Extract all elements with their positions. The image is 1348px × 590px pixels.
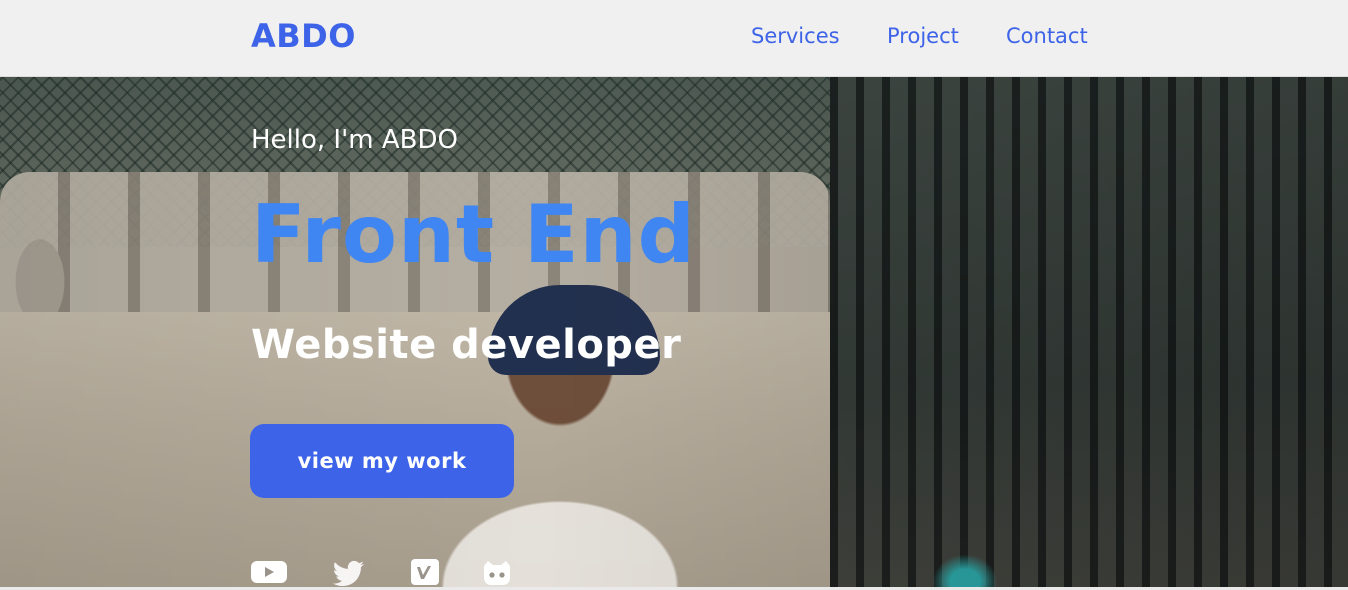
view-my-work-button[interactable]: view my work — [250, 424, 514, 498]
nav-link-project[interactable]: Project — [887, 24, 959, 48]
hero-subtitle: Website developer — [251, 322, 682, 368]
youtube-icon[interactable] — [250, 558, 288, 586]
hero-greeting: Hello, I'm ABDO — [251, 125, 458, 155]
vimeo-icon[interactable] — [407, 558, 445, 586]
github-icon[interactable] — [478, 558, 516, 586]
hero-section: Hello, I'm ABDO Front End Website develo… — [0, 77, 1348, 587]
nav-link-services[interactable]: Services — [751, 24, 840, 48]
top-navbar: ABDO Services Project Contact — [0, 0, 1348, 77]
site-logo[interactable]: ABDO — [251, 17, 356, 55]
hero-title: Front End — [251, 188, 696, 281]
twitter-icon[interactable] — [330, 558, 368, 586]
nav-link-contact[interactable]: Contact — [1006, 24, 1088, 48]
